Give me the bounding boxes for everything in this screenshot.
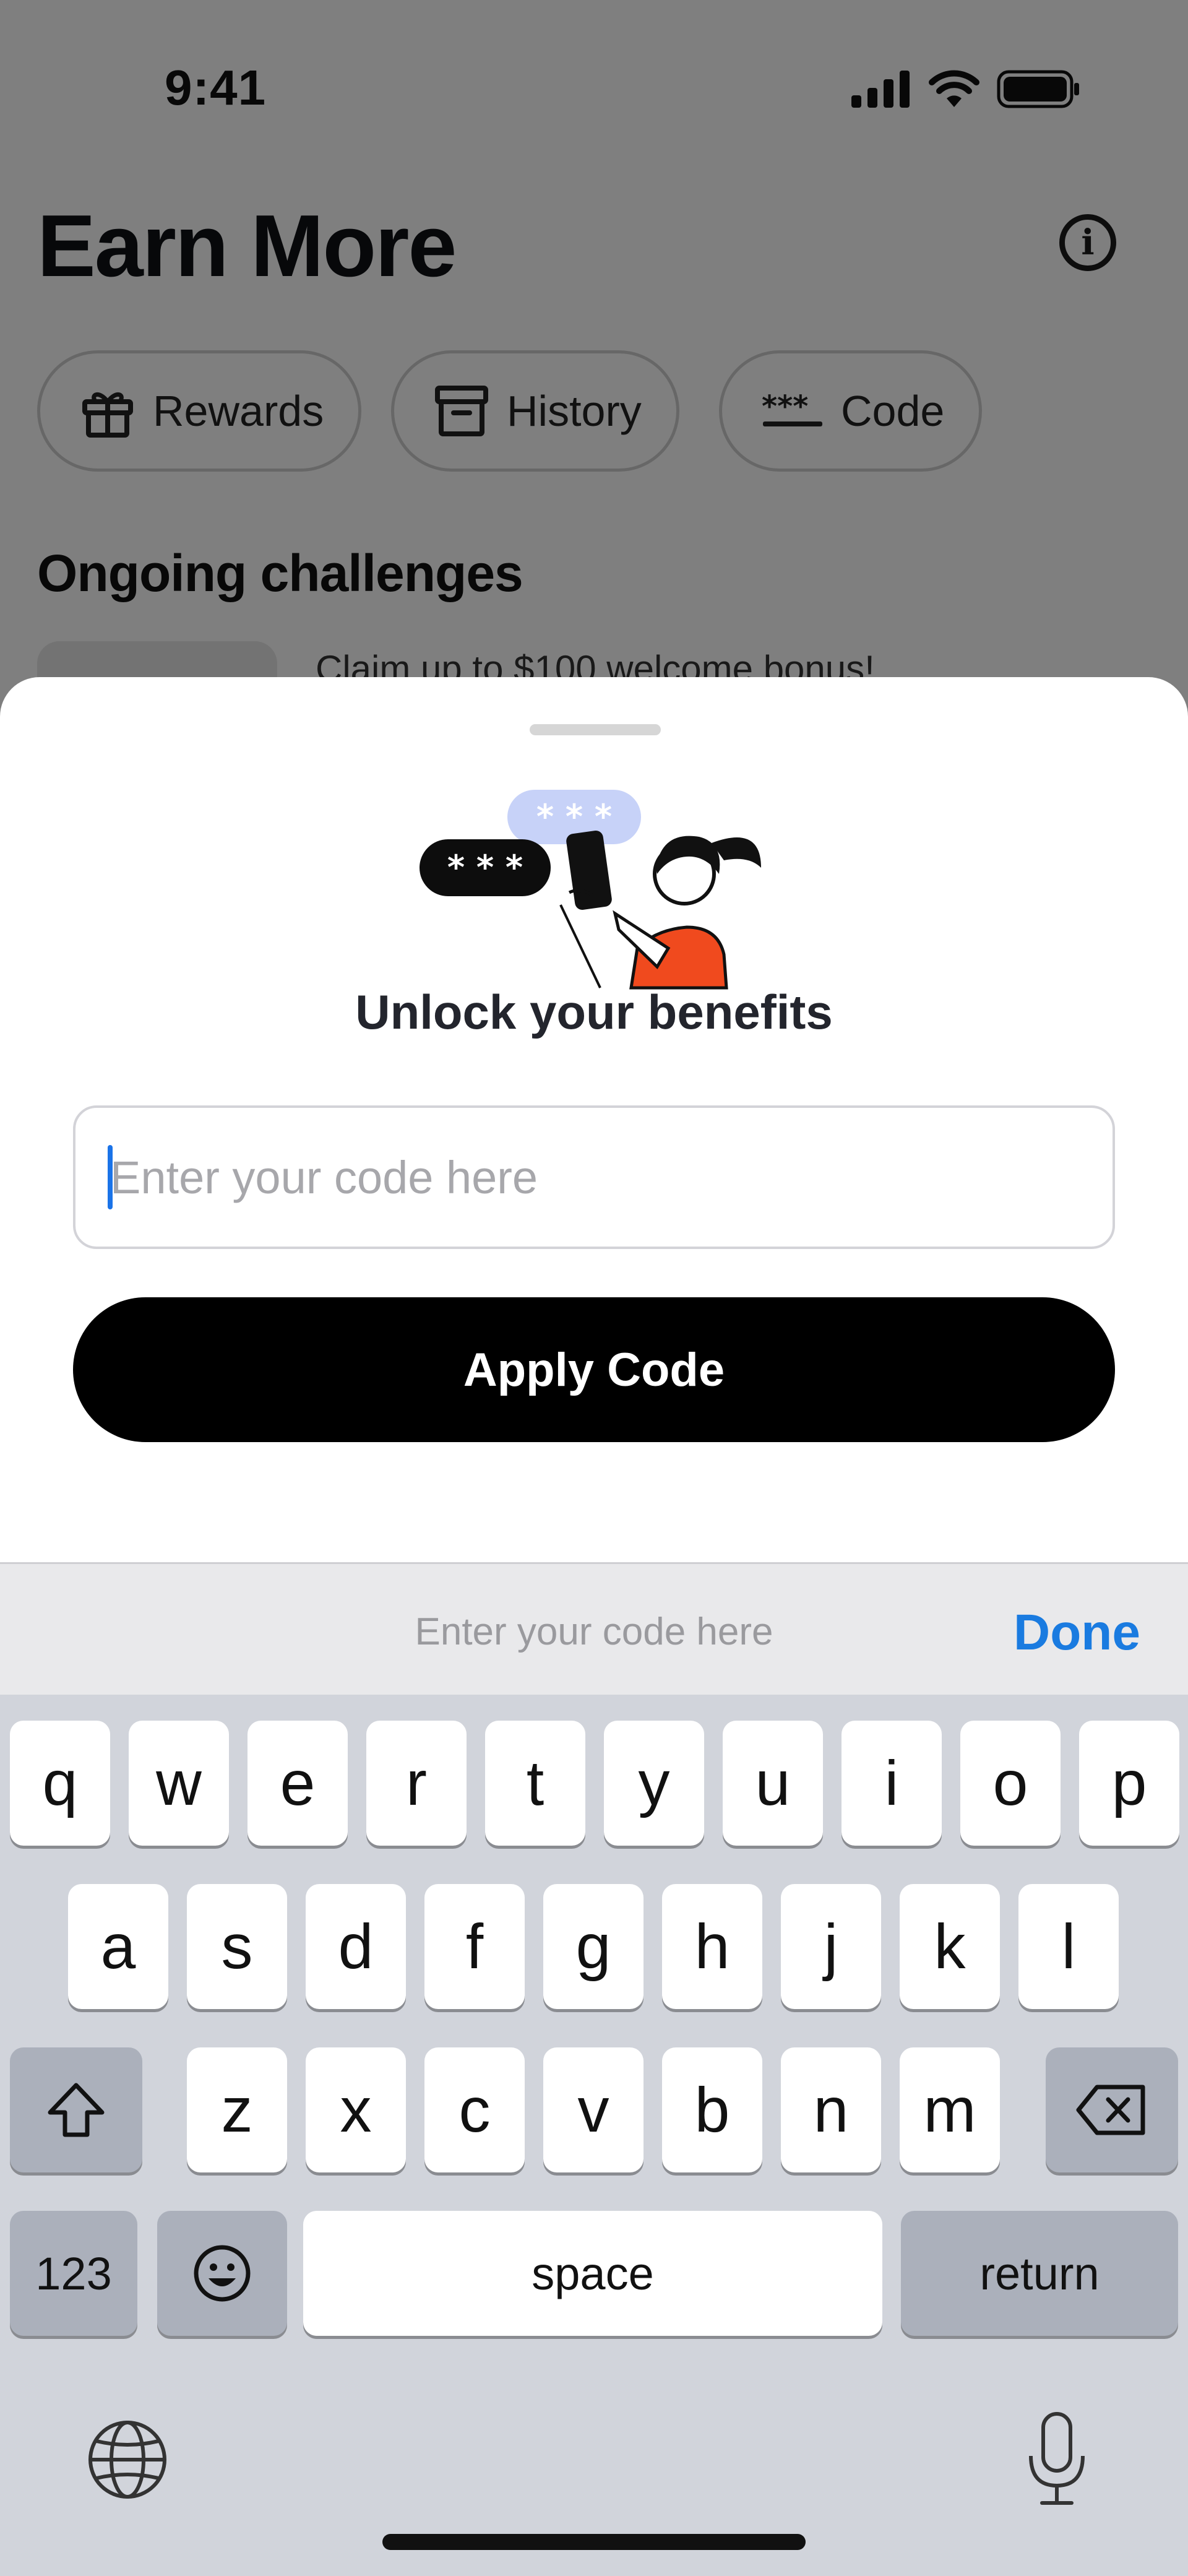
key-v[interactable]: v [543, 2047, 644, 2172]
delete-key[interactable] [1046, 2047, 1178, 2172]
key-x[interactable]: x [306, 2047, 406, 2172]
accessory-hint: Enter your code here [415, 1610, 773, 1653]
key-g[interactable]: g [543, 1884, 644, 2009]
key-r[interactable]: r [366, 1721, 467, 1846]
key-m[interactable]: m [900, 2047, 1000, 2172]
key-f[interactable]: f [424, 1884, 525, 2009]
shift-icon [48, 2083, 105, 2137]
key-o[interactable]: o [960, 1721, 1061, 1846]
svg-text:* * *: * * * [536, 797, 612, 836]
key-k[interactable]: k [900, 1884, 1000, 2009]
return-key[interactable]: return [901, 2211, 1178, 2336]
space-key[interactable]: space [303, 2211, 882, 2336]
apply-code-button[interactable]: Apply Code [73, 1297, 1115, 1442]
done-button[interactable]: Done [1014, 1604, 1140, 1662]
key-l[interactable]: l [1018, 1884, 1119, 2009]
home-indicator [382, 2534, 806, 2550]
key-e[interactable]: e [248, 1721, 348, 1846]
emoji-key[interactable] [157, 2211, 287, 2336]
emoji-icon [194, 2245, 251, 2302]
code-input[interactable] [73, 1105, 1115, 1249]
key-d[interactable]: d [306, 1884, 406, 2009]
key-c[interactable]: c [424, 2047, 525, 2172]
sheet-grabber[interactable] [530, 724, 661, 735]
key-w[interactable]: w [129, 1721, 229, 1846]
key-q[interactable]: q [10, 1721, 110, 1846]
key-a[interactable]: a [68, 1884, 168, 2009]
key-p[interactable]: p [1079, 1721, 1179, 1846]
key-h[interactable]: h [662, 1884, 762, 2009]
microphone-icon[interactable] [1020, 2410, 1094, 2509]
key-i[interactable]: i [842, 1721, 942, 1846]
shift-key[interactable] [10, 2047, 142, 2172]
key-n[interactable]: n [781, 2047, 881, 2172]
keyboard-accessory-bar: Enter your code here Done [0, 1562, 1188, 1695]
backspace-icon [1076, 2085, 1145, 2135]
key-s[interactable]: s [187, 1884, 287, 2009]
key-y[interactable]: y [604, 1721, 704, 1846]
globe-icon[interactable] [84, 2416, 171, 2503]
key-j[interactable]: j [781, 1884, 881, 2009]
key-t[interactable]: t [485, 1721, 585, 1846]
numbers-key[interactable]: 123 [10, 2211, 137, 2336]
sheet-title: Unlock your benefits [355, 985, 833, 1039]
unlock-illustration: * * * * * * [420, 790, 761, 990]
key-z[interactable]: z [187, 2047, 287, 2172]
key-u[interactable]: u [723, 1721, 823, 1846]
key-b[interactable]: b [662, 2047, 762, 2172]
svg-text:* * *: * * * [447, 848, 523, 887]
text-cursor [108, 1145, 113, 1209]
keyboard: Enter your code here Done q w e r t y u … [0, 1562, 1188, 2576]
